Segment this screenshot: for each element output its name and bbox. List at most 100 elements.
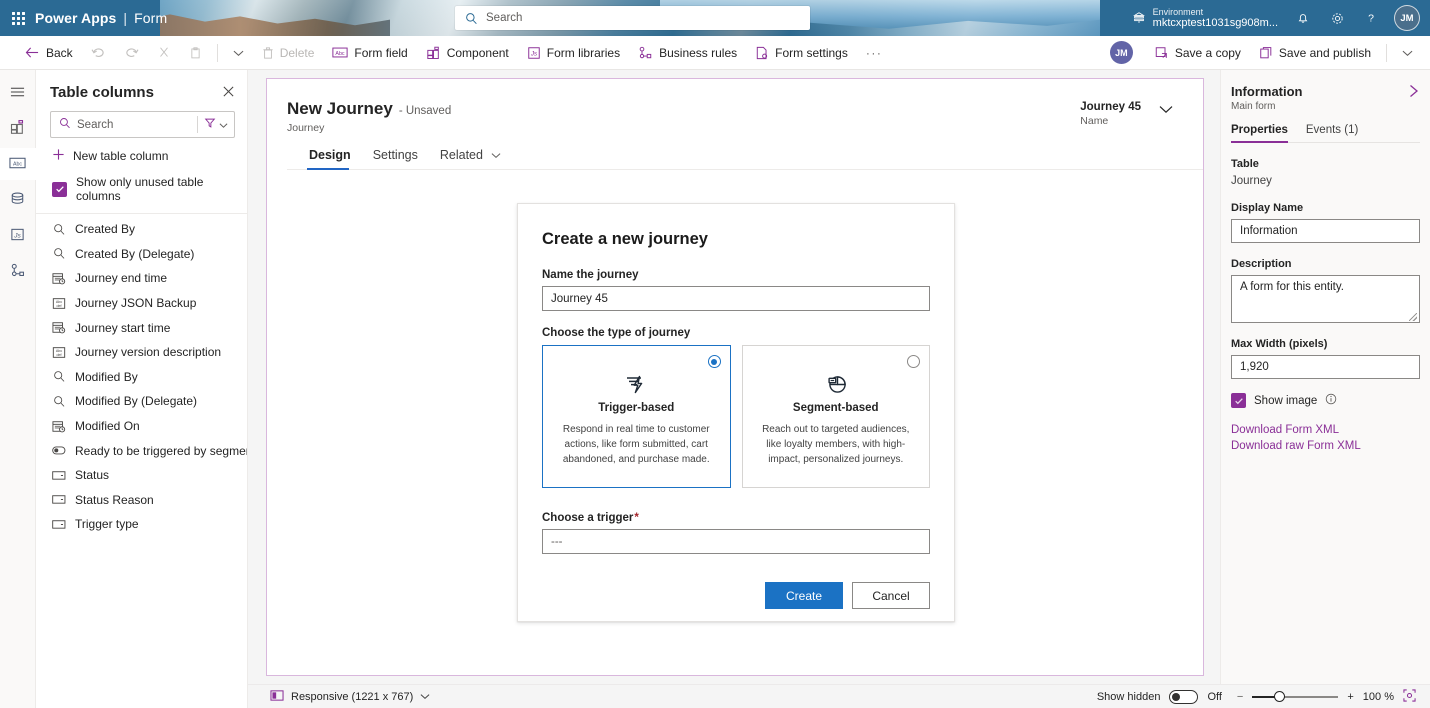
list-item[interactable]: Created By bbox=[36, 217, 247, 242]
cut-button[interactable] bbox=[148, 39, 180, 67]
list-item[interactable]: Created By (Delegate) bbox=[36, 242, 247, 267]
sidebar-item-data-sources[interactable] bbox=[0, 184, 36, 216]
radio-unselected-icon[interactable] bbox=[907, 355, 920, 368]
lookup-icon bbox=[52, 223, 66, 236]
user-avatar[interactable]: JM bbox=[1109, 41, 1133, 64]
chevron-down-icon[interactable] bbox=[1159, 103, 1173, 117]
back-button[interactable]: Back bbox=[16, 39, 82, 67]
list-item[interactable]: Journey start time bbox=[36, 315, 247, 340]
description-textarea[interactable]: A form for this entity. bbox=[1231, 275, 1420, 323]
sidebar-item-table-columns[interactable]: Abc bbox=[0, 148, 37, 180]
overflow-menu-button[interactable]: ··· bbox=[857, 39, 892, 67]
show-unused-columns-checkbox[interactable]: Show only unused table columns bbox=[36, 169, 247, 213]
save-copy-icon bbox=[1154, 46, 1169, 60]
tab-events[interactable]: Events (1) bbox=[1306, 124, 1358, 142]
app-launcher-icon[interactable] bbox=[12, 11, 25, 25]
app-name: Power Apps bbox=[35, 10, 117, 26]
list-item-label: Modified By (Delegate) bbox=[75, 394, 198, 409]
list-item[interactable]: Ready to be triggered by segment r... bbox=[36, 438, 247, 463]
avatar[interactable]: JM bbox=[1394, 5, 1420, 31]
list-item[interactable]: Modified By (Delegate) bbox=[36, 389, 247, 414]
new-table-column-label: New table column bbox=[73, 148, 169, 163]
environment-selector[interactable]: Environment mktcxptest1031sg908m... bbox=[1122, 7, 1286, 30]
hamburger-menu-icon[interactable] bbox=[0, 76, 36, 108]
tab-properties[interactable]: Properties bbox=[1231, 124, 1288, 143]
business-rules-button[interactable]: Business rules bbox=[629, 39, 746, 67]
chevron-right-icon[interactable] bbox=[1408, 84, 1420, 101]
undo-button[interactable] bbox=[82, 39, 115, 67]
zoom-slider[interactable] bbox=[1252, 690, 1339, 703]
fit-to-screen-icon[interactable] bbox=[1403, 688, 1416, 705]
filter-button[interactable] bbox=[198, 117, 234, 132]
chevron-down-icon bbox=[219, 118, 228, 132]
journey-type-trigger-based[interactable]: Trigger-based Respond in real time to cu… bbox=[542, 345, 731, 488]
publish-icon bbox=[1259, 46, 1273, 60]
form-field-button[interactable]: Abc Form field bbox=[323, 39, 416, 67]
name-journey-input[interactable]: Journey 45 bbox=[542, 286, 930, 311]
save-and-publish-label: Save and publish bbox=[1278, 45, 1371, 60]
form-field-icon: Abc bbox=[332, 46, 348, 59]
filter-icon bbox=[204, 117, 216, 132]
save-publish-dropdown[interactable] bbox=[1393, 39, 1422, 67]
display-name-input[interactable]: Information bbox=[1231, 219, 1420, 243]
device-icon bbox=[270, 689, 284, 705]
display-name-value: Information bbox=[1240, 225, 1298, 237]
responsive-selector[interactable]: Responsive (1221 x 767) bbox=[270, 689, 430, 705]
list-item[interactable]: Modified On bbox=[36, 414, 247, 439]
list-item[interactable]: Trigger type bbox=[36, 512, 247, 537]
zoom-out-button[interactable]: − bbox=[1237, 691, 1243, 703]
journey-type-segment-based[interactable]: Segment-based Reach out to targeted audi… bbox=[741, 345, 930, 488]
sidebar-item-components[interactable] bbox=[0, 112, 36, 144]
delete-button[interactable]: Delete bbox=[253, 39, 324, 67]
max-width-input[interactable]: 1,920 bbox=[1231, 355, 1420, 379]
download-raw-form-xml-link[interactable]: Download raw Form XML bbox=[1231, 440, 1420, 452]
component-button[interactable]: Component bbox=[417, 39, 518, 67]
show-hidden-toggle[interactable] bbox=[1169, 689, 1199, 704]
brand-title[interactable]: Power Apps | Form bbox=[35, 10, 167, 26]
tab-related[interactable]: Related bbox=[438, 148, 510, 169]
list-item[interactable]: Journey end time bbox=[36, 266, 247, 291]
properties-header: Information Main form bbox=[1231, 84, 1420, 112]
question-icon[interactable]: ? bbox=[1354, 0, 1388, 36]
paste-dropdown-button[interactable] bbox=[224, 39, 253, 67]
slider-thumb[interactable] bbox=[1274, 690, 1286, 702]
form-libraries-button[interactable]: Js Form libraries bbox=[518, 39, 629, 67]
download-form-xml-link[interactable]: Download Form XML bbox=[1231, 424, 1420, 436]
search-icon bbox=[51, 117, 77, 132]
tab-settings[interactable]: Settings bbox=[371, 148, 426, 169]
cancel-button[interactable]: Cancel bbox=[852, 582, 930, 609]
list-item-label: Trigger type bbox=[75, 517, 139, 532]
resize-grip-icon[interactable] bbox=[1409, 313, 1417, 321]
sidebar-item-form-libraries[interactable]: Js bbox=[0, 220, 36, 252]
form-subtitle: Journey bbox=[287, 122, 325, 134]
global-search-input[interactable]: Search bbox=[455, 6, 810, 30]
list-item[interactable]: Status Reason bbox=[36, 488, 247, 513]
zoom-in-button[interactable]: + bbox=[1347, 691, 1353, 703]
list-item[interactable]: Abc def Journey version description bbox=[36, 340, 247, 365]
list-item[interactable]: Status bbox=[36, 463, 247, 488]
paste-button[interactable] bbox=[180, 39, 211, 67]
radio-selected-icon[interactable] bbox=[707, 355, 721, 368]
search-icon bbox=[465, 12, 478, 25]
list-item[interactable]: Modified By bbox=[36, 365, 247, 390]
sidebar-item-business-rules[interactable] bbox=[0, 256, 36, 288]
brand-right-group: Environment mktcxptest1031sg908m... ? JM bbox=[1121, 0, 1430, 36]
tab-design[interactable]: Design bbox=[307, 148, 359, 170]
show-image-checkbox[interactable]: Show image bbox=[1231, 393, 1420, 408]
properties-subtitle: Main form bbox=[1231, 101, 1276, 112]
search-input[interactable]: Search bbox=[50, 111, 235, 138]
gear-icon[interactable] bbox=[1320, 0, 1354, 36]
save-and-publish-button[interactable]: Save and publish bbox=[1250, 39, 1380, 67]
save-a-copy-button[interactable]: Save a copy bbox=[1145, 39, 1250, 67]
redo-button[interactable] bbox=[115, 39, 148, 67]
close-icon[interactable] bbox=[222, 85, 235, 100]
create-button[interactable]: Create bbox=[765, 582, 843, 609]
table-columns-icon: Abc bbox=[9, 156, 26, 173]
form-settings-button[interactable]: Form settings bbox=[746, 39, 857, 67]
info-icon[interactable] bbox=[1325, 393, 1337, 408]
choose-trigger-select[interactable]: --- bbox=[542, 529, 930, 554]
bell-icon[interactable] bbox=[1286, 0, 1320, 36]
list-item[interactable]: Abc def Journey JSON Backup bbox=[36, 291, 247, 316]
new-table-column-button[interactable]: New table column bbox=[36, 138, 247, 169]
list-item-label: Status Reason bbox=[75, 492, 154, 507]
